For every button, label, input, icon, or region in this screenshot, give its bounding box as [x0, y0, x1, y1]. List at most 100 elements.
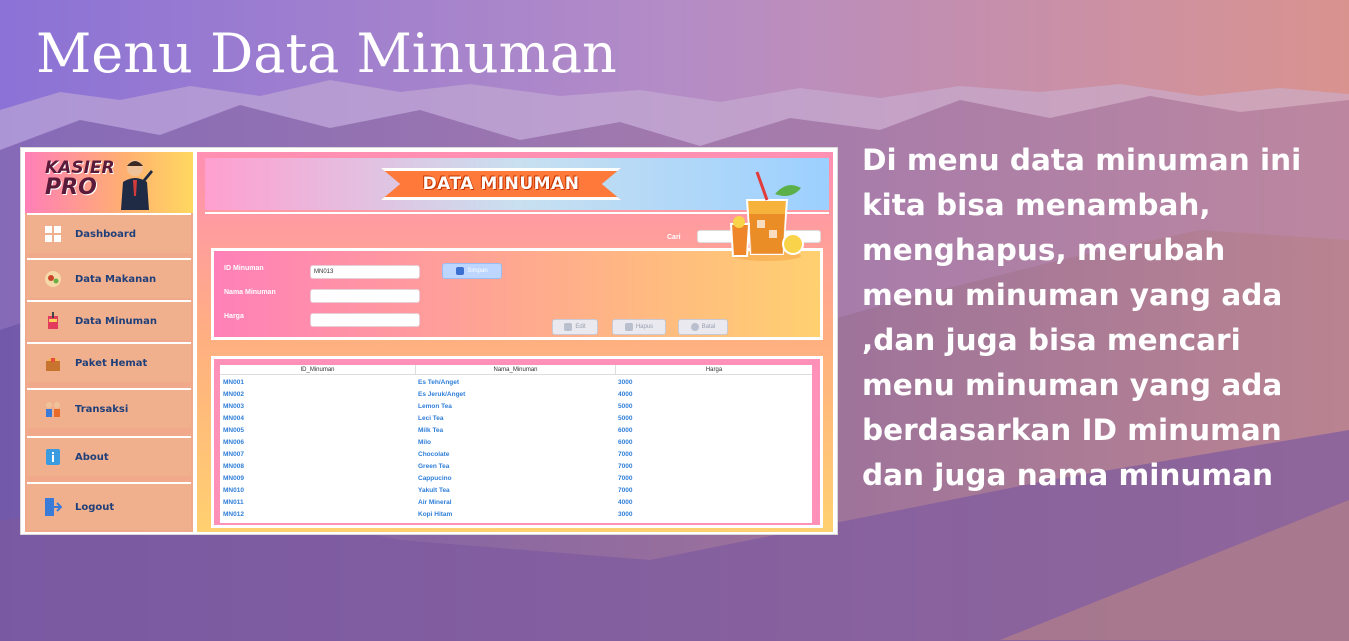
edit-icon: [564, 323, 573, 331]
table-header: ID_Minuman Nama_Minuman Harga: [220, 365, 812, 375]
cell-nama: Kopi Hitam: [418, 511, 453, 518]
simpan-button[interactable]: Simpan: [442, 263, 502, 279]
hapus-button[interactable]: Hapus: [612, 319, 666, 335]
sidebar-item-about[interactable]: About: [27, 436, 191, 476]
table-row[interactable]: MN003 Lemon Tea 5000: [220, 401, 812, 413]
package-icon: [43, 353, 63, 373]
cell-id: MN010: [223, 487, 244, 494]
sidebar-item-label: Logout: [75, 501, 115, 513]
id-minuman-label: ID Minuman: [224, 265, 264, 272]
cell-harga: 5000: [618, 403, 633, 410]
table-row[interactable]: MN001 Es Teh/Anget 3000: [220, 377, 812, 389]
table-row[interactable]: MN009 Cappucino 7000: [220, 473, 812, 485]
slide-title: Menu Data Minuman: [36, 22, 617, 85]
batal-button[interactable]: Batal: [678, 319, 728, 335]
table-row[interactable]: MN012 Kopi Hitam 3000: [220, 509, 812, 521]
column-header-nama[interactable]: Nama_Minuman: [416, 365, 616, 375]
drinks-table: ID_Minuman Nama_Minuman Harga MN001 Es Te…: [220, 365, 812, 523]
delete-icon: [624, 323, 633, 331]
app-screenshot: KASIER PRO Dashboard Data Makanan Data M…: [20, 147, 838, 535]
cell-nama: Cappucino: [418, 475, 452, 482]
cell-id: MN006: [223, 439, 244, 446]
iced-tea-illustration: [729, 171, 804, 261]
info-icon: [43, 447, 63, 467]
description-line: berdasarkan ID minuman: [862, 413, 1282, 447]
sidebar-item-label: Paket Hemat: [75, 357, 148, 369]
table-row[interactable]: MN011 Air Mineral 4000: [220, 497, 812, 509]
cell-id: MN002: [223, 391, 244, 398]
page-banner: DATA MINUMAN: [381, 168, 621, 200]
cell-nama: Milk Tea: [418, 427, 444, 434]
harga-label: Harga: [224, 313, 244, 320]
table-row[interactable]: MN004 Leci Tea 5000: [220, 413, 812, 425]
sidebar-item-label: Data Minuman: [75, 315, 157, 327]
sidebar-item-label: Data Makanan: [75, 273, 157, 285]
slide-description: Di menu data minuman ini kita bisa menam…: [862, 138, 1332, 498]
table-row[interactable]: MN002 Es Jeruk/Anget 4000: [220, 389, 812, 401]
description-line: kita bisa menambah,: [862, 188, 1211, 222]
cell-id: MN007: [223, 451, 244, 458]
drink-icon: [43, 311, 63, 331]
column-header-id[interactable]: ID_Minuman: [220, 365, 416, 375]
table-row[interactable]: MN006 Milo 6000: [220, 437, 812, 449]
description-line: Di menu data minuman ini: [862, 143, 1302, 177]
cell-id: MN001: [223, 379, 244, 386]
cell-harga: 7000: [618, 487, 633, 494]
cell-nama: Green Tea: [418, 463, 450, 470]
cell-nama: Air Mineral: [418, 499, 452, 506]
main-panel: DATA MINUMAN Cari ID Minuman MN013 Nama …: [197, 152, 833, 532]
cashier-man-icon: [121, 160, 153, 210]
cell-nama: Es Teh/Anget: [418, 379, 460, 386]
sidebar-item-label: About: [75, 451, 109, 463]
table-row[interactable]: MN007 Chocolate 7000: [220, 449, 812, 461]
cell-nama: Lemon Tea: [418, 403, 452, 410]
cell-nama: Leci Tea: [418, 415, 444, 422]
description-line: menu minuman yang ada: [862, 278, 1283, 312]
logo-line2: PRO: [45, 175, 97, 200]
transaction-icon: [43, 399, 63, 419]
cell-nama: Yakult Tea: [418, 487, 450, 494]
cell-id: MN004: [223, 415, 244, 422]
cell-harga: 4000: [618, 391, 633, 398]
logo: KASIER PRO: [25, 152, 193, 213]
cell-id: MN005: [223, 427, 244, 434]
table-row[interactable]: MN008 Green Tea 7000: [220, 461, 812, 473]
table-row[interactable]: MN010 Yakult Tea 7000: [220, 485, 812, 497]
nama-minuman-field[interactable]: [310, 289, 420, 303]
table-row[interactable]: MN005 Milk Tea 6000: [220, 425, 812, 437]
sidebar-item-data-minuman[interactable]: Data Minuman: [27, 300, 191, 340]
cell-harga: 7000: [618, 463, 633, 470]
sidebar-item-label: Dashboard: [75, 228, 136, 240]
cell-harga: 7000: [618, 475, 633, 482]
cell-harga: 6000: [618, 439, 633, 446]
cell-id: MN008: [223, 463, 244, 470]
column-header-harga[interactable]: Harga: [616, 365, 812, 375]
description-line: ,dan juga bisa mencari: [862, 323, 1241, 357]
sidebar-item-logout[interactable]: Logout: [27, 482, 191, 530]
harga-field[interactable]: [310, 313, 420, 327]
page-title: DATA MINUMAN: [422, 174, 580, 194]
food-icon: [43, 269, 63, 289]
table-body: MN001 Es Teh/Anget 3000 MN002 Es Jeruk/Anget…: [220, 377, 812, 521]
table-panel: ID_Minuman Nama_Minuman Harga MN001 Es Te…: [211, 356, 823, 528]
cell-harga: 3000: [618, 511, 633, 518]
sidebar-item-dashboard[interactable]: Dashboard: [27, 213, 191, 253]
cell-harga: 5000: [618, 415, 633, 422]
description-line: menghapus, merubah: [862, 233, 1226, 267]
description-line: menu minuman yang ada: [862, 368, 1283, 402]
nama-minuman-label: Nama Minuman: [224, 289, 276, 296]
cell-id: MN011: [223, 499, 244, 506]
cell-nama: Es Jeruk/Anget: [418, 391, 466, 398]
sidebar-item-transaksi[interactable]: Transaksi: [27, 388, 191, 428]
edit-button[interactable]: Edit: [552, 319, 598, 335]
cell-harga: 7000: [618, 451, 633, 458]
cell-nama: Chocolate: [418, 451, 450, 458]
cell-id: MN009: [223, 475, 244, 482]
sidebar-item-paket-hemat[interactable]: Paket Hemat: [27, 342, 191, 382]
cell-id: MN003: [223, 403, 244, 410]
id-minuman-field[interactable]: MN013: [310, 265, 420, 279]
sidebar-item-data-makanan[interactable]: Data Makanan: [27, 258, 191, 298]
dashboard-icon: [43, 224, 63, 244]
sidebar: KASIER PRO Dashboard Data Makanan Data M…: [25, 152, 193, 532]
cell-harga: 6000: [618, 427, 633, 434]
